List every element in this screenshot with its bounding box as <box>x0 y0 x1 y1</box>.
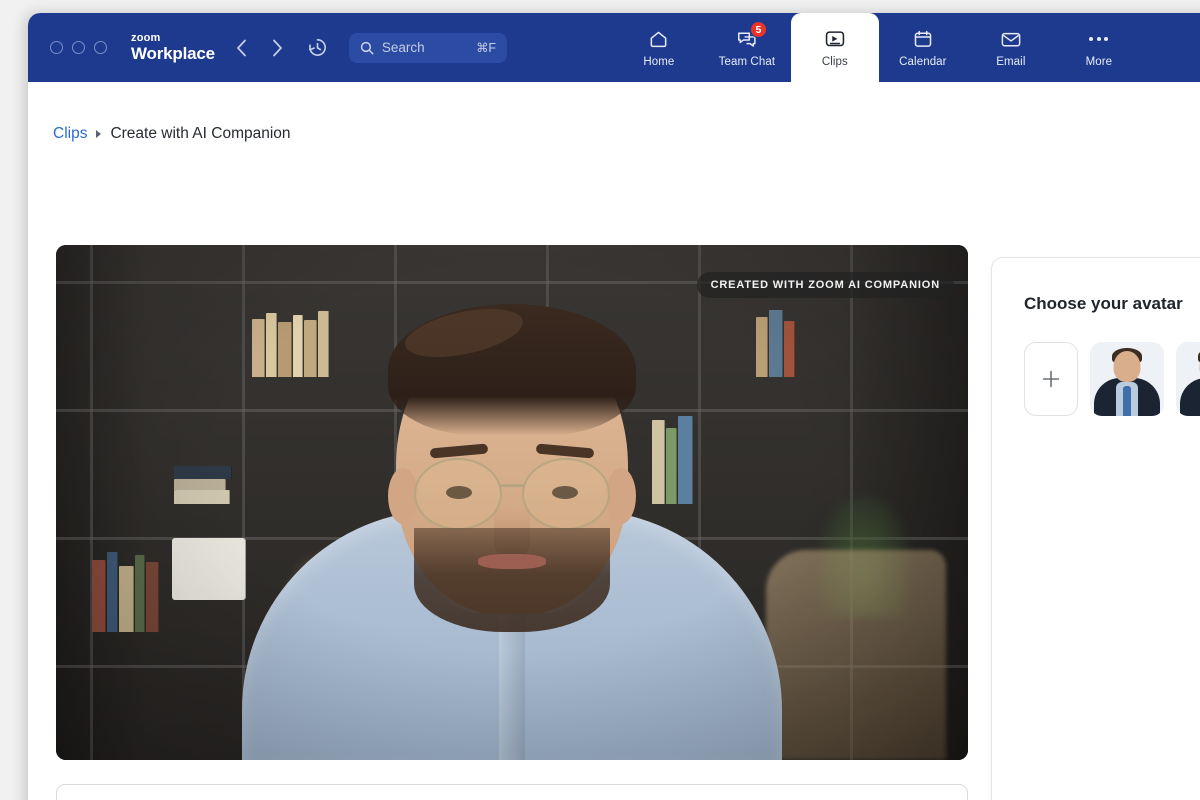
tab-clips-label: Clips <box>822 56 848 68</box>
history-clock-icon <box>307 37 328 58</box>
avatar-panel-title: Choose your avatar <box>1024 294 1200 314</box>
video-preview[interactable]: CREATED WITH ZOOM AI COMPANION <box>56 245 968 760</box>
ellipsis-icon <box>1089 27 1108 51</box>
avatar-options-row <box>1024 342 1200 416</box>
brand-logo: zoom Workplace <box>131 33 215 62</box>
avatar-option-2[interactable] <box>1176 342 1200 416</box>
chevron-right-icon <box>272 39 283 57</box>
ai-companion-badge: CREATED WITH ZOOM AI COMPANION <box>697 272 954 298</box>
forward-button[interactable] <box>267 35 289 61</box>
envelope-icon <box>1000 27 1022 51</box>
nav-arrows <box>231 35 289 61</box>
chat-icon: 5 <box>736 27 758 51</box>
close-button[interactable] <box>50 41 63 54</box>
avatar-panel: Choose your avatar <box>991 257 1200 800</box>
team-chat-badge: 5 <box>750 21 767 38</box>
search-icon <box>360 41 374 55</box>
history-button[interactable] <box>305 35 331 61</box>
titlebar-left: zoom Workplace <box>28 13 507 82</box>
avatar-option-1[interactable] <box>1090 342 1164 416</box>
search-placeholder: Search <box>382 40 476 55</box>
add-avatar-button[interactable] <box>1024 342 1078 416</box>
minimize-button[interactable] <box>72 41 85 54</box>
calendar-icon <box>913 27 933 51</box>
tab-more-label: More <box>1086 56 1113 68</box>
main-tabs: Home 5 Team Chat <box>615 13 1143 82</box>
tab-team-chat[interactable]: 5 Team Chat <box>703 13 791 82</box>
chair-decoration <box>766 550 946 760</box>
plus-icon <box>1040 368 1062 390</box>
tab-home-label: Home <box>643 56 674 68</box>
search-shortcut: ⌘F <box>476 40 496 55</box>
triangle-right-icon <box>96 130 101 138</box>
breadcrumb-current: Create with AI Companion <box>110 125 290 143</box>
app-window: zoom Workplace <box>28 13 1200 800</box>
back-button[interactable] <box>231 35 253 61</box>
clips-icon <box>824 27 846 51</box>
content-area: Clips Create with AI Companion <box>28 82 1200 800</box>
tab-team-chat-label: Team Chat <box>719 56 776 68</box>
window-controls[interactable] <box>50 41 107 54</box>
search-input[interactable]: Search ⌘F <box>349 33 507 63</box>
breadcrumb-root[interactable]: Clips <box>53 125 87 143</box>
tab-clips[interactable]: Clips <box>791 13 879 82</box>
breadcrumb: Clips Create with AI Companion <box>53 125 291 143</box>
maximize-button[interactable] <box>94 41 107 54</box>
transcript-input[interactable]: Start your transcript... <box>56 784 968 800</box>
tab-more[interactable]: More <box>1055 13 1143 82</box>
brand-line1: zoom <box>131 33 215 44</box>
avatar-person <box>232 290 792 760</box>
tab-email-label: Email <box>996 56 1025 68</box>
tab-home[interactable]: Home <box>615 13 703 82</box>
brand-line2: Workplace <box>131 45 215 62</box>
tab-calendar-label: Calendar <box>899 56 946 68</box>
chevron-left-icon <box>236 39 247 57</box>
home-icon <box>648 27 669 51</box>
tab-calendar[interactable]: Calendar <box>879 13 967 82</box>
screen: zoom Workplace <box>0 0 1200 800</box>
tab-email[interactable]: Email <box>967 13 1055 82</box>
titlebar: zoom Workplace <box>28 13 1200 82</box>
